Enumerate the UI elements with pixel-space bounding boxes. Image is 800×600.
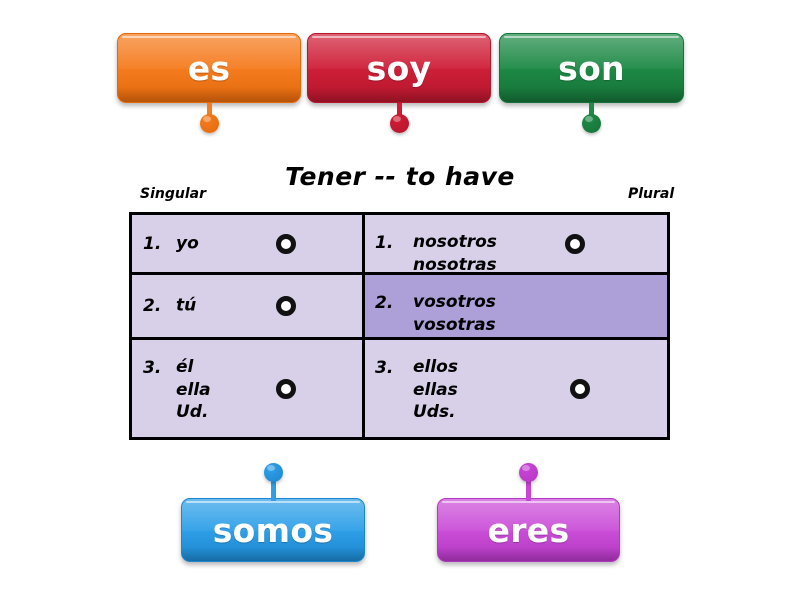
table-cell-right-3: 3. ellos ellas Uds. <box>365 340 667 437</box>
conjugation-table: 1. yo 1. nosotros nosotras 2. tú 2. vosotros vo… <box>129 212 670 440</box>
table-row: 1. yo 1. nosotros nosotras <box>132 215 667 275</box>
table-cell-left-1: 1. yo <box>132 215 365 272</box>
tile-connector-son <box>499 103 684 133</box>
tile-connector-somos <box>181 463 365 501</box>
drop-target-right-3[interactable] <box>570 378 590 399</box>
cell-number: 2. <box>143 296 162 316</box>
drop-target-right-1[interactable] <box>565 233 585 254</box>
answer-tile-somos[interactable]: somos <box>181 498 365 562</box>
table-cell-left-2: 2. tú <box>132 275 365 337</box>
connector-dot-highlight <box>522 465 530 471</box>
cell-pronouns: tú <box>176 295 197 316</box>
column-header-plural: Plural <box>628 186 675 202</box>
cell-pronouns: ellos ellas Uds. <box>413 357 458 423</box>
connector-dot-highlight <box>392 116 401 122</box>
answer-tile-soy[interactable]: soy <box>307 33 491 103</box>
table-row: 2. tú 2. vosotros vosotras <box>132 275 667 340</box>
connector-dot-highlight <box>266 465 275 471</box>
table-cell-left-3: 3. él ella Ud. <box>132 340 365 437</box>
tile-shade <box>118 87 300 102</box>
tile-edge-highlight <box>442 501 615 503</box>
cell-number: 1. <box>143 233 162 254</box>
answer-tile-es[interactable]: es <box>117 33 301 103</box>
connector-dot[interactable] <box>263 463 283 482</box>
drop-target-left-3[interactable] <box>276 378 296 399</box>
connector-dot-highlight <box>202 116 211 122</box>
tile-connector-soy <box>307 103 491 133</box>
tile-shade <box>308 87 490 102</box>
tile-edge-highlight <box>186 501 360 503</box>
column-header-singular: Singular <box>140 186 206 202</box>
page-title: Tener -- to have <box>285 162 515 191</box>
connector-dot[interactable] <box>389 114 409 133</box>
table-cell-right-2: 2. vosotros vosotras <box>365 275 667 337</box>
tile-connector-es <box>117 103 301 133</box>
cell-number: 1. <box>375 233 394 253</box>
answer-tile-label: eres <box>487 510 570 550</box>
connector-dot[interactable] <box>199 114 219 133</box>
tile-edge-highlight <box>122 36 296 38</box>
tile-connector-eres <box>437 463 620 501</box>
answer-tile-eres[interactable]: eres <box>437 498 620 562</box>
cell-pronouns: yo <box>176 233 199 254</box>
connector-dot[interactable] <box>519 463 538 482</box>
answer-tile-label: son <box>558 48 625 88</box>
answer-tile-label: somos <box>212 510 334 550</box>
cell-number: 3. <box>143 358 162 378</box>
cell-number: 3. <box>375 358 394 378</box>
cell-number: 2. <box>375 293 394 313</box>
cell-pronouns: él ella Ud. <box>176 357 211 423</box>
connector-dot-highlight <box>585 116 593 122</box>
connector-stem <box>589 103 594 117</box>
tile-edge-highlight <box>312 36 486 38</box>
connector-dot[interactable] <box>582 114 601 133</box>
answer-tile-son[interactable]: son <box>499 33 684 103</box>
answer-tile-label: es <box>187 48 231 88</box>
tile-shade <box>500 87 683 102</box>
tile-edge-highlight <box>504 36 679 38</box>
connector-stem <box>206 103 212 117</box>
table-row: 3. él ella Ud. 3. ellos ellas Uds. <box>132 340 667 437</box>
cell-pronouns: nosotros nosotras <box>413 232 497 275</box>
table-cell-right-1: 1. nosotros nosotras <box>365 215 667 275</box>
drop-target-left-1[interactable] <box>276 233 296 254</box>
drop-target-left-2[interactable] <box>276 296 296 316</box>
answer-tile-label: soy <box>366 48 432 88</box>
activity-canvas: es soy son Tener -- to have Singular Plura… <box>0 0 800 600</box>
cell-pronouns: vosotros vosotras <box>413 292 496 335</box>
connector-stem <box>396 103 402 117</box>
